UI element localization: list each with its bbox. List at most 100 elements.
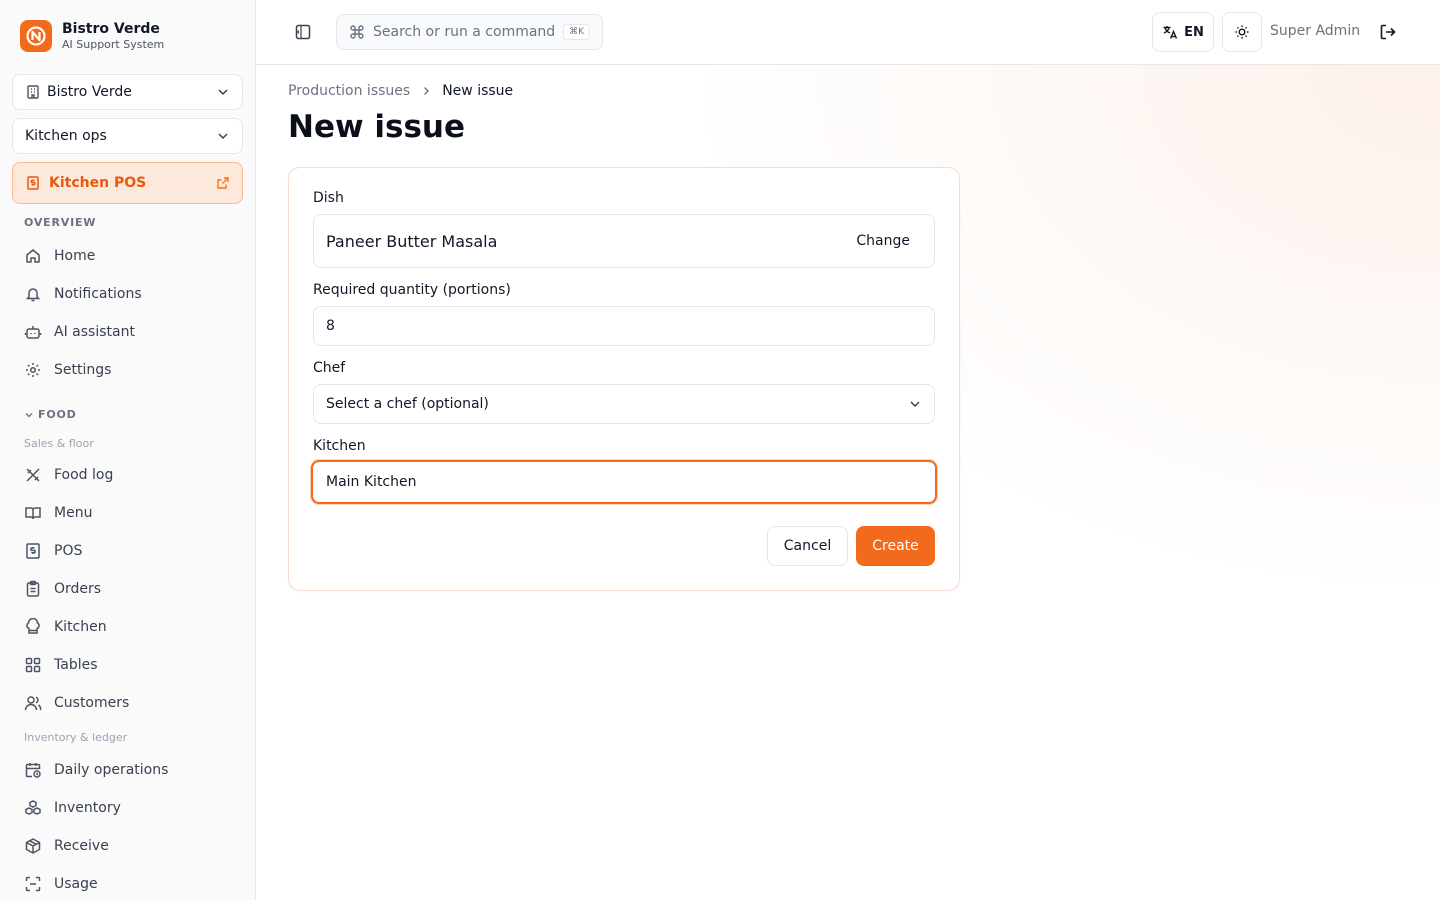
- nav-item-label: Tables: [54, 657, 98, 673]
- sales-group-label: Sales & floor: [24, 437, 94, 450]
- nav-item-ai-assistant[interactable]: AI assistant: [12, 315, 243, 349]
- kitchen-pos-label: Kitchen POS: [49, 175, 147, 191]
- nav-item-menu[interactable]: Menu: [12, 496, 243, 530]
- utensils-icon: [24, 466, 42, 484]
- nav-item-label: Notifications: [54, 286, 142, 302]
- chef-hat-icon: [24, 618, 42, 636]
- nav-item-usage[interactable]: Usage: [12, 867, 243, 900]
- workspace-select-value: Kitchen ops: [25, 128, 107, 144]
- nav-item-label: Inventory: [54, 800, 121, 816]
- gear-icon: [24, 361, 42, 379]
- dish-label: Dish: [313, 190, 344, 206]
- nav-item-kitchen[interactable]: Kitchen: [12, 610, 243, 644]
- top-bar: Search or run a command ⌘K EN Super Admi…: [256, 0, 1440, 65]
- kitchen-label: Kitchen: [313, 438, 366, 454]
- quantity-value: 8: [326, 318, 335, 334]
- chevron-right-icon: [420, 85, 432, 97]
- nav-item-label: Home: [54, 248, 96, 264]
- chevron-down-icon: [24, 410, 34, 420]
- brand-title: Bistro Verde: [62, 21, 160, 37]
- overview-section-label: OVERVIEW: [24, 216, 97, 229]
- receipt-icon: [25, 175, 41, 191]
- home-icon: [24, 247, 42, 265]
- breadcrumb-production-issues[interactable]: Production issues: [288, 83, 410, 99]
- calendar-clock-icon: [24, 761, 42, 779]
- theme-toggle-button[interactable]: [1222, 12, 1262, 52]
- nav-item-daily-operations[interactable]: Daily operations: [12, 753, 243, 787]
- bell-icon: [24, 285, 42, 303]
- building-icon: [25, 84, 41, 100]
- command-search[interactable]: Search or run a command ⌘K: [336, 14, 603, 50]
- create-button[interactable]: Create: [856, 526, 935, 566]
- inventory-group-label: Inventory & ledger: [24, 731, 128, 744]
- nav-item-settings[interactable]: Settings: [12, 353, 243, 387]
- food-section-toggle[interactable]: FOOD: [24, 408, 77, 421]
- users-icon: [24, 694, 42, 712]
- nav-item-label: Daily operations: [54, 762, 169, 778]
- grid-icon: [24, 656, 42, 674]
- nav-item-orders[interactable]: Orders: [12, 572, 243, 606]
- nav-item-inventory[interactable]: Inventory: [12, 791, 243, 825]
- chevron-down-icon: [908, 397, 922, 411]
- restaurant-select[interactable]: Bistro Verde: [12, 74, 243, 110]
- nav-item-label: Kitchen: [54, 619, 107, 635]
- nav-item-label: Food log: [54, 467, 114, 483]
- main-content: Production issues New issue New issue Di…: [256, 65, 1440, 900]
- boxes-icon: [24, 799, 42, 817]
- logout-icon: [1378, 22, 1398, 42]
- page-title: New issue: [288, 109, 466, 145]
- nav-item-label: Customers: [54, 695, 130, 711]
- chevron-down-icon: [216, 85, 230, 99]
- shortcut-badge: ⌘K: [563, 24, 590, 40]
- nav-item-food-log[interactable]: Food log: [12, 458, 243, 492]
- nav-item-tables[interactable]: Tables: [12, 648, 243, 682]
- logout-button[interactable]: [1378, 22, 1398, 42]
- sidebar-toggle-button[interactable]: [294, 23, 312, 41]
- nav-item-pos[interactable]: POS: [12, 534, 243, 568]
- cancel-button[interactable]: Cancel: [767, 526, 848, 566]
- language-button[interactable]: EN: [1152, 12, 1214, 52]
- sun-icon: [1234, 24, 1250, 40]
- change-dish-button[interactable]: Change: [856, 233, 910, 249]
- nav-item-receive[interactable]: Receive: [12, 829, 243, 863]
- workspace-select[interactable]: Kitchen ops: [12, 118, 243, 154]
- nav-item-label: Receive: [54, 838, 109, 854]
- language-label: EN: [1184, 24, 1204, 40]
- command-icon: [349, 24, 365, 40]
- quantity-label: Required quantity (portions): [313, 282, 511, 298]
- package-icon: [24, 837, 42, 855]
- sidebar: Bistro Verde AI Support System Bistro Ve…: [0, 0, 256, 900]
- dish-value: Paneer Butter Masala: [326, 231, 498, 251]
- chef-label: Chef: [313, 360, 346, 376]
- panel-left-icon: [294, 23, 312, 41]
- kitchen-pos-link[interactable]: Kitchen POS: [12, 162, 243, 204]
- nav-item-label: Settings: [54, 362, 112, 378]
- book-icon: [24, 504, 42, 522]
- command-search-placeholder: Search or run a command: [373, 24, 556, 40]
- scan-icon: [24, 875, 42, 893]
- breadcrumb: Production issues New issue: [288, 83, 513, 99]
- restaurant-select-value: Bistro Verde: [47, 84, 132, 100]
- breadcrumb-current: New issue: [442, 83, 514, 99]
- user-name[interactable]: Super Admin: [1270, 23, 1360, 39]
- translate-icon: [1162, 24, 1178, 40]
- nav-item-label: Orders: [54, 581, 102, 597]
- food-section-label: FOOD: [38, 408, 77, 421]
- new-issue-form: Dish Paneer Butter Masala Change Require…: [288, 167, 960, 591]
- nav-item-customers[interactable]: Customers: [12, 686, 243, 720]
- nav-item-home[interactable]: Home: [12, 239, 243, 273]
- kitchen-input[interactable]: Main Kitchen: [311, 460, 937, 504]
- nav-item-label: POS: [54, 543, 83, 559]
- nav-item-label: Usage: [54, 876, 98, 892]
- kitchen-value: Main Kitchen: [326, 474, 417, 490]
- nav-item-notifications[interactable]: Notifications: [12, 277, 243, 311]
- quantity-input[interactable]: 8: [313, 306, 935, 346]
- nav-item-label: AI assistant: [54, 324, 135, 340]
- dish-field: Paneer Butter Masala Change: [313, 214, 935, 268]
- external-link-icon: [216, 176, 230, 190]
- chevron-down-icon: [216, 129, 230, 143]
- brand-logo-icon: [20, 20, 52, 52]
- chef-select[interactable]: Select a chef (optional): [313, 384, 935, 424]
- receipt-icon: [24, 542, 42, 560]
- brand[interactable]: Bistro Verde AI Support System: [20, 20, 164, 52]
